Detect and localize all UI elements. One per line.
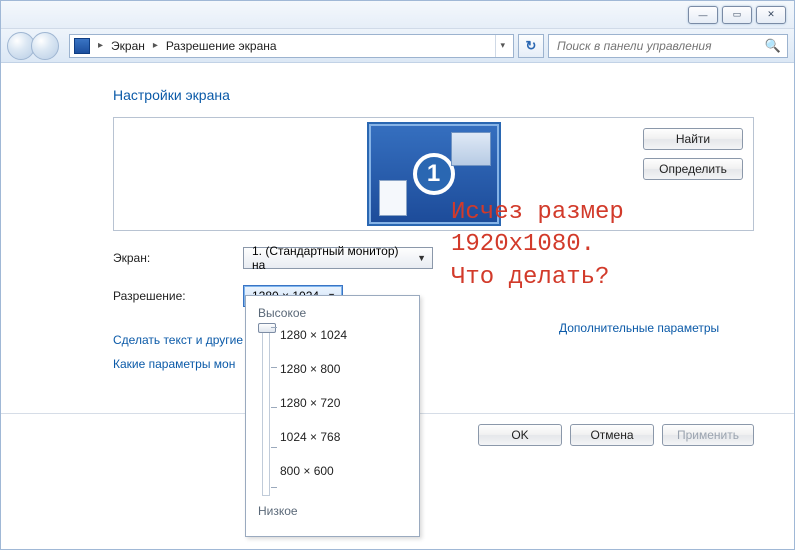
maximize-icon: ▭ [733,9,742,20]
address-bar[interactable]: ▸ Экран ▸ Разрешение экрана ▾ [69,34,514,58]
refresh-icon: ↻ [526,38,537,54]
resolution-option[interactable]: 1280 × 1024 [280,328,347,342]
search-bar[interactable]: 🔍 [548,34,788,58]
address-dropdown-button[interactable]: ▾ [495,35,509,57]
cancel-button[interactable]: Отмена [570,424,654,446]
which-params-link[interactable]: Какие параметры мон [113,357,754,371]
breadcrumb-seg-1[interactable]: Экран [111,39,145,53]
resolution-row: Разрешение: 1280 × 1024 ▼ [113,285,754,307]
slider-tick [271,447,277,448]
screen-label: Экран: [113,251,243,265]
resolution-option[interactable]: 1280 × 800 [280,362,347,376]
window-close-button[interactable]: ✕ [756,6,786,24]
resolution-label: Разрешение: [113,289,243,303]
resolution-slider-thumb[interactable] [258,323,276,333]
page-title: Настройки экрана [113,87,754,103]
forward-button[interactable] [31,32,59,60]
ok-button[interactable]: OK [478,424,562,446]
window-minimize-button[interactable]: — [688,6,718,24]
search-input[interactable] [555,38,765,54]
resolution-option[interactable]: 1024 × 768 [280,430,347,444]
slider-low-label: Низкое [258,504,409,518]
screen-row: Экран: 1. (Стандартный монитор) на ▼ [113,247,754,269]
search-icon[interactable]: 🔍 [765,38,781,54]
monitor-preview-box: 1 Найти Определить [113,117,754,231]
advanced-params-link[interactable]: Дополнительные параметры [559,321,719,335]
chevron-right-icon: ▸ [98,40,103,51]
find-button[interactable]: Найти [643,128,743,150]
monitor-document-icon [379,180,407,216]
minimize-icon: — [699,10,708,20]
resolution-popup: Высокое 1280 × 1024 1280 × 800 1280 × 72… [245,295,420,537]
chevron-right-icon: ▸ [153,40,158,51]
identify-button[interactable]: Определить [643,158,743,180]
slider-tick [271,487,277,488]
breadcrumb-seg-2[interactable]: Разрешение экрана [166,39,277,53]
monitor-window-icon [451,132,491,166]
text-size-link[interactable]: Сделать текст и другие [113,333,754,347]
monitor-number-badge: 1 [413,153,455,195]
slider-high-label: Высокое [258,306,409,320]
close-icon: ✕ [767,9,775,20]
control-panel-icon [74,38,90,54]
chevron-down-icon: ▼ [417,253,426,263]
window-titlebar: — ▭ ✕ [1,1,794,29]
resolution-option[interactable]: 1280 × 720 [280,396,347,410]
resolution-slider-track[interactable] [262,326,270,496]
slider-tick [271,367,277,368]
nav-bar: ▸ Экран ▸ Разрешение экрана ▾ ↻ 🔍 [1,29,794,63]
apply-button[interactable]: Применить [662,424,754,446]
user-annotation: Исчез размер 1920x1080. Что делать? [451,197,624,294]
refresh-button[interactable]: ↻ [518,34,544,58]
slider-tick [271,327,277,328]
slider-tick [271,407,277,408]
resolution-options: 1280 × 1024 1280 × 800 1280 × 720 1024 ×… [280,326,347,496]
screen-combo[interactable]: 1. (Стандартный монитор) на ▼ [243,247,433,269]
screen-combo-value: 1. (Стандартный монитор) на [252,244,411,272]
resolution-option[interactable]: 800 × 600 [280,464,347,478]
window-maximize-button[interactable]: ▭ [722,6,752,24]
